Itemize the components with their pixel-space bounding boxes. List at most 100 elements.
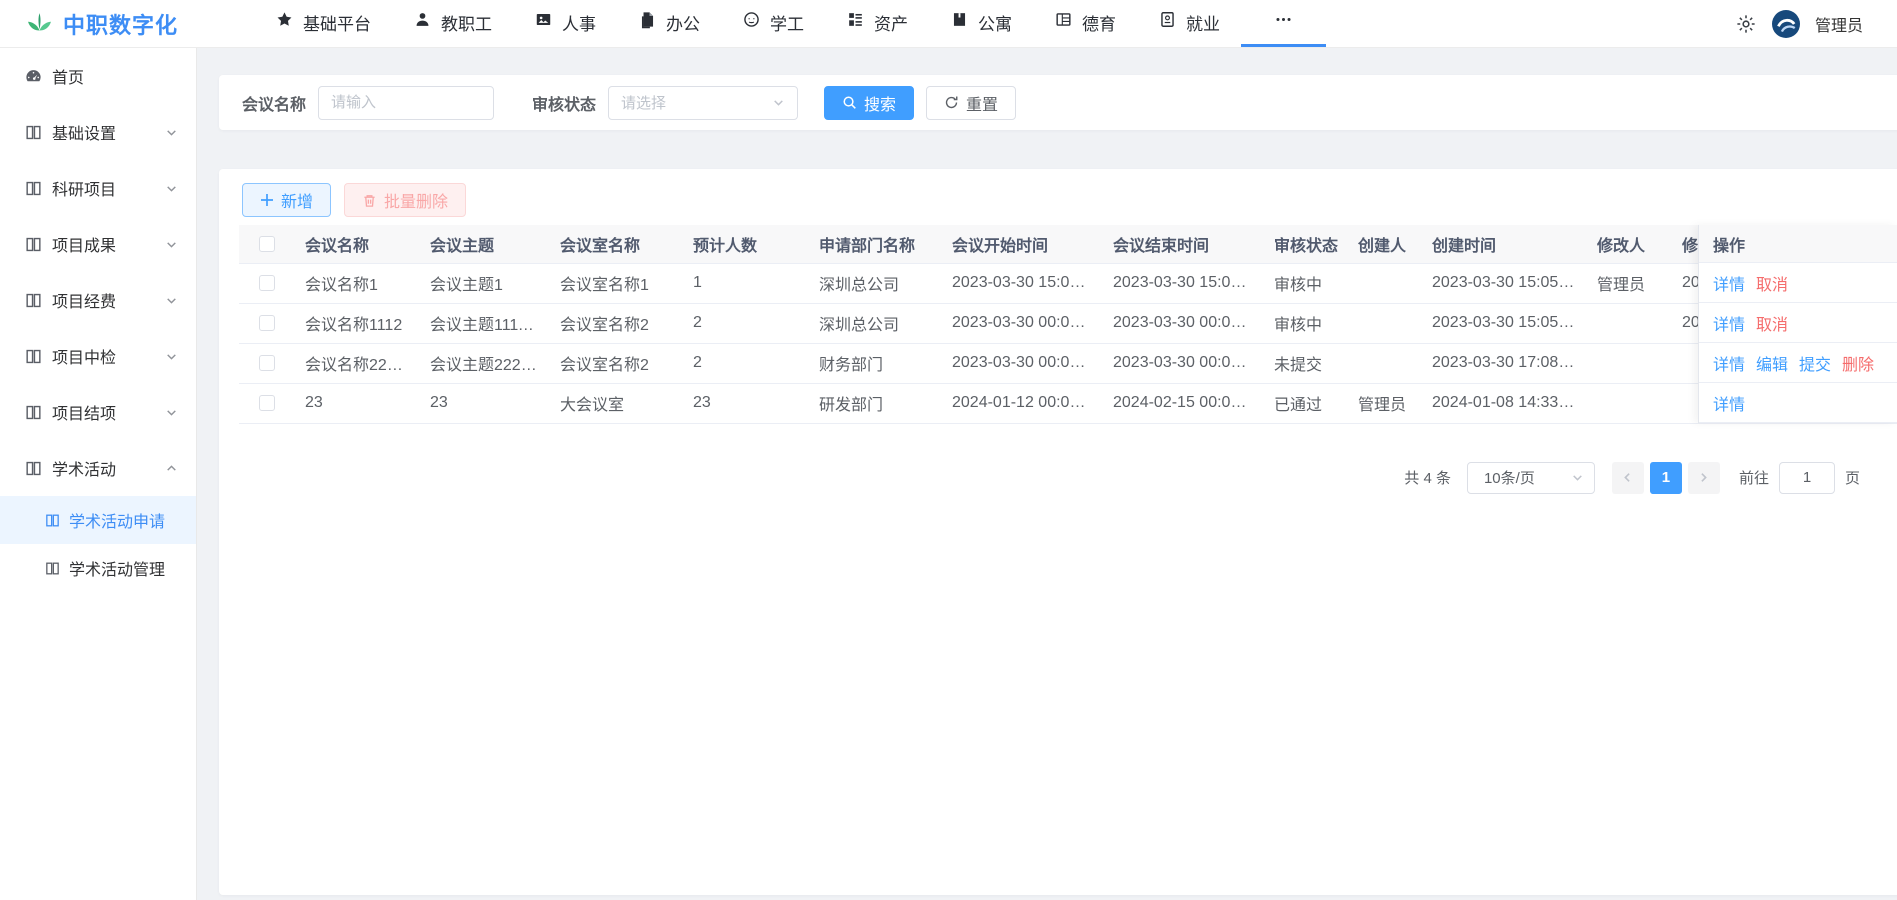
search-button[interactable]: 搜索	[824, 86, 914, 120]
chevron-down-icon	[165, 182, 178, 195]
app-root: 中职数字化 基础平台 教职工 人事 办公 学工	[0, 0, 1897, 900]
table-cell	[1587, 383, 1672, 423]
row-action-submit[interactable]: 提交	[1799, 351, 1831, 375]
sidebar-item-academic-activity-apply[interactable]: 学术活动申请	[0, 496, 196, 544]
table-cell: 大会议室	[550, 383, 683, 423]
row-action-detail[interactable]: 详情	[1713, 271, 1745, 295]
page-unit-label: 页	[1845, 467, 1860, 488]
table-cell: 会议室名称1	[550, 263, 683, 303]
batch-delete-button[interactable]: 批量删除	[344, 183, 466, 217]
goto-label: 前往	[1739, 467, 1769, 488]
nav-item-apartment[interactable]: 公寓	[929, 0, 1033, 47]
row-action-cancel[interactable]: 取消	[1756, 271, 1788, 295]
table-cell: 2024-01-08 14:33:30	[1422, 383, 1587, 423]
avatar[interactable]	[1772, 10, 1800, 38]
module-icon	[24, 347, 43, 366]
table-cell: 1	[683, 263, 809, 303]
sidebar-item-academic-activity-manage[interactable]: 学术活动管理	[0, 544, 196, 592]
brand[interactable]: 中职数字化	[0, 0, 226, 47]
building-icon	[950, 10, 969, 34]
sidebar-item-academic-activities[interactable]: 学术活动	[0, 440, 196, 496]
row-action-detail[interactable]: 详情	[1713, 351, 1745, 375]
table-cell: 2024-01-12 00:00:00	[942, 383, 1103, 423]
nav-item-label: 人事	[562, 10, 596, 35]
brand-title: 中职数字化	[63, 8, 178, 40]
sidebar-item-project-results[interactable]: 项目成果	[0, 216, 196, 272]
row-action-edit[interactable]: 编辑	[1756, 351, 1788, 375]
column-header: 创建时间	[1422, 225, 1587, 263]
module-icon	[24, 179, 43, 198]
table-cell: 2023-03-30 00:00:00	[1103, 343, 1264, 383]
table-cell: 会议名称1	[295, 263, 420, 303]
ellipsis-icon	[1274, 10, 1293, 34]
search-icon	[842, 95, 857, 110]
grid-icon	[1054, 10, 1073, 34]
sidebar-item-label: 学术活动	[52, 456, 116, 480]
table-cell: 研发部门	[809, 383, 942, 423]
select-all-cell	[239, 225, 295, 263]
sidebar-item-research-projects[interactable]: 科研项目	[0, 160, 196, 216]
row-action-cancel[interactable]: 取消	[1756, 311, 1788, 335]
chevron-left-icon	[1621, 471, 1634, 484]
prev-page-button[interactable]	[1612, 462, 1644, 494]
data-table: 会议名称会议主题会议室名称预计人数申请部门名称会议开始时间会议结束时间审核状态创…	[239, 225, 1897, 424]
nav-item-label: 德育	[1082, 10, 1116, 35]
op-row: 详情	[1699, 383, 1897, 423]
module-icon	[24, 235, 43, 254]
table-cell: 2	[683, 343, 809, 383]
table-cell: 管理员	[1348, 383, 1422, 423]
meeting-name-label: 会议名称	[242, 91, 306, 115]
table-cell: 会议主题1	[420, 263, 550, 303]
nav-item-label: 办公	[666, 10, 700, 35]
nav-item-hr[interactable]: 人事	[513, 0, 617, 47]
review-status-select[interactable]: 请选择	[608, 86, 798, 120]
chevron-right-icon	[1697, 471, 1710, 484]
table-cell: 23	[295, 383, 420, 423]
nav-item-label: 学工	[770, 10, 804, 35]
gear-icon[interactable]	[1735, 13, 1757, 35]
sidebar-item-project-funds[interactable]: 项目经费	[0, 272, 196, 328]
page-size-select[interactable]: 10条/页	[1467, 462, 1595, 494]
meeting-name-input[interactable]	[318, 86, 494, 120]
user-name[interactable]: 管理员	[1815, 12, 1863, 36]
row-action-delete[interactable]: 删除	[1842, 351, 1874, 375]
nav-item-platform[interactable]: 基础平台	[254, 0, 392, 47]
row-checkbox[interactable]	[259, 315, 275, 331]
list-icon	[846, 10, 865, 34]
nav-item-assets[interactable]: 资产	[825, 0, 929, 47]
nav-item-more[interactable]	[1241, 0, 1326, 47]
sidebar: 首页 基础设置 科研项目 项目成果 项目经费	[0, 48, 197, 900]
sidebar-item-label: 学术活动管理	[69, 556, 165, 580]
row-checkbox-cell	[239, 263, 295, 303]
row-action-detail[interactable]: 详情	[1713, 311, 1745, 335]
table-cell	[1348, 343, 1422, 383]
sidebar-item-project-closing[interactable]: 项目结项	[0, 384, 196, 440]
operation-column: 操作 详情取消详情取消详情编辑提交删除详情	[1698, 225, 1897, 423]
document-icon	[638, 10, 657, 34]
sidebar-item-label: 首页	[52, 64, 84, 88]
row-checkbox[interactable]	[259, 275, 275, 291]
column-header: 审核状态	[1264, 225, 1348, 263]
sidebar-item-basic-settings[interactable]: 基础设置	[0, 104, 196, 160]
row-checkbox[interactable]	[259, 395, 275, 411]
sidebar-item-home[interactable]: 首页	[0, 48, 196, 104]
nav-item-staff[interactable]: 教职工	[392, 0, 513, 47]
chevron-down-icon	[165, 350, 178, 363]
nav-item-moral[interactable]: 德育	[1033, 0, 1137, 47]
next-page-button[interactable]	[1688, 462, 1720, 494]
nav-item-student[interactable]: 学工	[721, 0, 825, 47]
select-all-checkbox[interactable]	[259, 236, 275, 252]
table-cell: 2023-03-30 15:05:41	[1422, 263, 1587, 303]
goto-page-input[interactable]	[1779, 462, 1835, 494]
row-action-detail[interactable]: 详情	[1713, 391, 1745, 415]
chevron-down-icon	[165, 126, 178, 139]
body-row: 首页 基础设置 科研项目 项目成果 项目经费	[0, 48, 1897, 900]
reset-button[interactable]: 重置	[926, 86, 1016, 120]
row-checkbox[interactable]	[259, 355, 275, 371]
chevron-down-icon	[165, 294, 178, 307]
page-number-1[interactable]: 1	[1650, 462, 1682, 494]
nav-item-employment[interactable]: 就业	[1137, 0, 1241, 47]
add-button[interactable]: 新增	[242, 183, 331, 217]
sidebar-item-project-midterm[interactable]: 项目中检	[0, 328, 196, 384]
nav-item-office[interactable]: 办公	[617, 0, 721, 47]
